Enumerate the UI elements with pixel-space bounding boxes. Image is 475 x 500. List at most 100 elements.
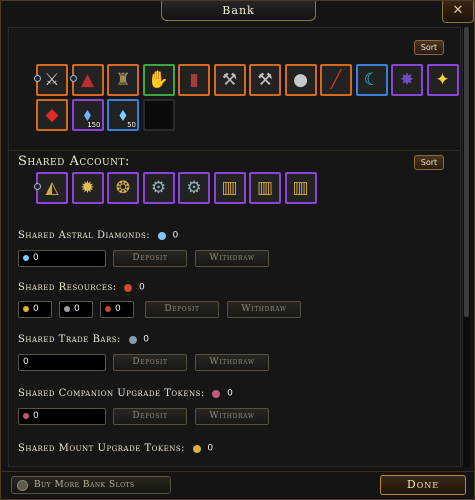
bound-marker-icon (69, 75, 77, 82)
bound-marker-icon (34, 75, 41, 82)
armor-icon: ♜ (115, 70, 131, 90)
astral-diamonds-input[interactable]: 0 (18, 250, 106, 267)
trade-bars-amount: 0 (143, 334, 150, 345)
amulet-icon: ❂ (115, 178, 131, 198)
item-slot[interactable]: ⚙ (142, 172, 175, 204)
empty-slot[interactable] (142, 99, 175, 131)
gold-value: 0 (33, 304, 39, 314)
sun-charm-icon: ✹ (80, 178, 95, 198)
item-slot[interactable]: ♜ (107, 64, 139, 96)
crossbow-icon: ⚔ (44, 70, 60, 90)
resources-label: Shared Resources: (18, 282, 117, 293)
mount-tokens-label: Shared Mount Upgrade Tokens: (18, 443, 186, 454)
trade-bar-icon (128, 335, 137, 344)
trade-bars-label: Shared Trade Bars: (18, 334, 121, 345)
trade-bars-row: Shared Trade Bars: 0 (18, 334, 150, 345)
shared-sort-button[interactable]: Sort (414, 155, 444, 170)
resources-amount: 0 (139, 282, 146, 293)
companion-deposit-button[interactable]: Deposit (113, 408, 187, 425)
mask-icon: ◭ (45, 178, 59, 198)
copper-value: 0 (115, 304, 121, 314)
trade-bars-withdraw-button[interactable]: Withdraw (195, 354, 269, 371)
buy-more-bank-slots-button[interactable]: Buy More Bank Slots (11, 476, 171, 494)
astral-withdraw-button[interactable]: Withdraw (195, 250, 269, 267)
trade-bars-deposit-button[interactable]: Deposit (113, 354, 187, 371)
trade-bars-input[interactable]: 0 (18, 354, 106, 371)
silver-resource-input[interactable]: 0 (59, 301, 93, 318)
astral-diamonds-row: Shared Astral Diamonds: 0 (18, 230, 179, 241)
astral-diamond-icon (157, 231, 166, 240)
astral-diamond-icon (23, 254, 29, 261)
gloves-icon: ✋ (147, 70, 170, 90)
cage-icon: ▥ (292, 178, 309, 198)
star-shard-icon: ✦ (435, 70, 450, 90)
companion-tokens-amount: 0 (227, 388, 234, 399)
item-slot[interactable]: ▥ (213, 172, 246, 204)
rune-icon: ✸ (399, 70, 415, 90)
item-slot[interactable]: ✋ (142, 64, 175, 96)
stack-count: 150 (87, 121, 101, 129)
item-slot[interactable]: ⚒ (249, 64, 281, 96)
item-slot[interactable]: ☾ (355, 64, 388, 96)
shared-account-heading: Shared Account: (18, 154, 130, 169)
axe-icon: ⚒ (221, 70, 238, 90)
companion-tokens-label: Shared Companion Upgrade Tokens: (18, 388, 205, 399)
trade-bars-value: 0 (23, 357, 29, 367)
resources-row: Shared Resources: 0 (18, 282, 145, 293)
bank-content-panel[interactable]: Sort ⚔ ▲ ♜ ✋ ▮ ⚒ ⚒ ● ╱ ☾ ✸ ✦ ◆ ⬧ 150 ⬧ 50 Shared Account… (8, 27, 461, 467)
window-title: Bank (161, 1, 316, 21)
companion-tokens-input[interactable]: 0 (18, 408, 106, 425)
hat-icon: ▲ (80, 70, 95, 90)
bank-sort-button[interactable]: Sort (414, 40, 444, 55)
resources-deposit-button[interactable]: Deposit (145, 301, 219, 318)
item-slot[interactable]: ⚔ (34, 64, 68, 96)
item-slot[interactable]: ▲ (69, 64, 104, 96)
item-slot[interactable]: ✸ (391, 64, 423, 96)
astral-diamonds-value: 0 (33, 253, 39, 263)
item-slot[interactable]: ● (284, 64, 317, 96)
divider (9, 150, 460, 151)
gold-resource-input[interactable]: 0 (18, 301, 52, 318)
close-button[interactable]: ✕ (442, 1, 474, 23)
item-slot[interactable]: ❂ (107, 172, 139, 204)
scrollbar-thumb[interactable] (464, 27, 469, 317)
copper-resource-input[interactable]: 0 (100, 301, 134, 318)
red-gem-icon: ◆ (45, 105, 59, 125)
cage-icon: ▥ (256, 178, 274, 198)
spear-icon: ╱ (330, 70, 342, 90)
copper-coin-icon (105, 305, 111, 312)
bound-marker-icon (34, 183, 41, 190)
ring-icon: ⚙ (150, 178, 167, 198)
item-slot[interactable]: ◭ (34, 172, 68, 204)
coin-icon (17, 480, 28, 491)
resources-withdraw-button[interactable]: Withdraw (227, 301, 301, 318)
item-slot[interactable]: ✦ (426, 64, 459, 96)
ring-icon: ⚙ (186, 178, 202, 198)
stack-count: 50 (127, 121, 136, 129)
buy-more-bank-slots-label: Buy More Bank Slots (34, 480, 135, 490)
boots-icon: ▮ (189, 70, 199, 90)
item-slot[interactable]: ╱ (320, 64, 352, 96)
item-slot[interactable]: ▥ (284, 172, 317, 204)
silver-value: 0 (74, 304, 80, 314)
footer-divider (1, 471, 475, 472)
companion-withdraw-button[interactable]: Withdraw (195, 408, 269, 425)
done-button[interactable]: Done (380, 475, 466, 495)
horn-icon: ☾ (363, 70, 380, 90)
item-slot[interactable]: ◆ (36, 99, 68, 131)
item-slot[interactable]: ▮ (178, 64, 210, 96)
item-slot[interactable]: ✹ (71, 172, 104, 204)
companion-token-icon (212, 389, 221, 398)
cage-icon: ▥ (221, 178, 238, 198)
companion-tokens-value: 0 (33, 411, 39, 421)
bank-window: Bank ✕ Sort ⚔ ▲ ♜ ✋ ▮ ⚒ ⚒ ● ╱ ☾ ✸ ✦ ◆ ⬧ 150 ⬧ 50 Shared … (0, 0, 475, 500)
astral-diamonds-amount: 0 (172, 230, 179, 241)
item-slot[interactable]: ⚒ (213, 64, 246, 96)
scrollbar[interactable] (462, 27, 470, 467)
item-slot[interactable]: ⬧ 50 (107, 99, 139, 131)
item-slot[interactable]: ⚙ (178, 172, 210, 204)
astral-deposit-button[interactable]: Deposit (113, 250, 187, 267)
companion-tokens-row: Shared Companion Upgrade Tokens: 0 (18, 388, 233, 399)
item-slot[interactable]: ▥ (249, 172, 281, 204)
item-slot[interactable]: ⬧ 150 (71, 99, 104, 131)
